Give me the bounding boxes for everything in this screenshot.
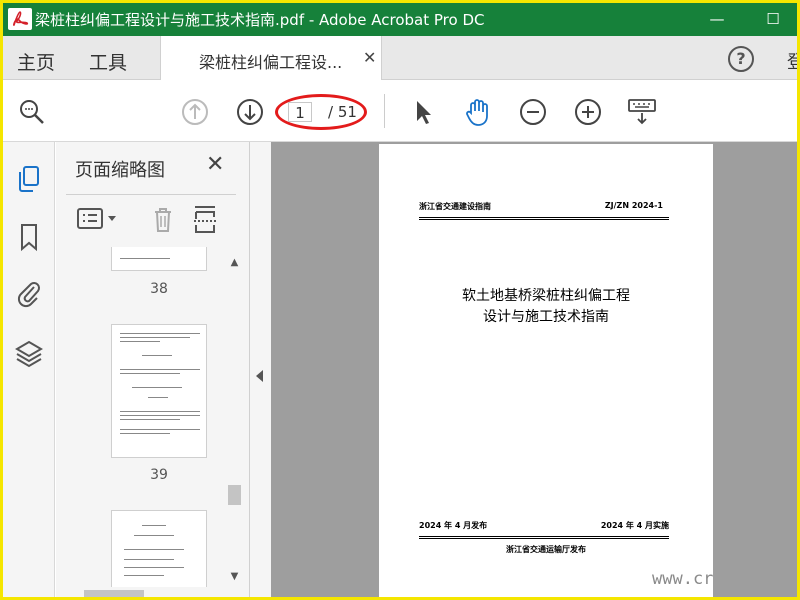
attachments-icon[interactable]: [15, 278, 43, 308]
page-number-input[interactable]: 1: [288, 102, 312, 122]
close-tab-icon[interactable]: ✕: [363, 48, 376, 67]
insert-pages-icon[interactable]: [192, 204, 218, 234]
zoom-out-icon[interactable]: [518, 97, 548, 127]
layers-icon[interactable]: [15, 338, 43, 368]
horizontal-scrollbar-thumb[interactable]: [84, 590, 144, 597]
keyboard-icon[interactable]: [627, 97, 657, 127]
issue-date: 2024 年 4 月发布: [419, 521, 488, 530]
delete-icon[interactable]: [151, 204, 175, 234]
tab-home[interactable]: 主页: [17, 48, 55, 75]
panel-collapse-strip[interactable]: [250, 142, 271, 597]
tab-tools[interactable]: 工具: [89, 48, 127, 75]
horizontal-scrollbar[interactable]: [64, 590, 229, 597]
help-icon[interactable]: ?: [728, 46, 754, 72]
minimize-button[interactable]: —: [703, 8, 731, 30]
thumbnail-scrollbar[interactable]: ▲ ▼: [226, 257, 243, 587]
zoom-in-icon[interactable]: [573, 97, 603, 127]
close-panel-icon[interactable]: ✕: [206, 152, 224, 177]
prev-page-icon[interactable]: [180, 97, 210, 127]
panel-divider: [66, 194, 236, 195]
header-rule-2: [419, 219, 669, 220]
collapse-panel-icon[interactable]: [256, 370, 263, 382]
doc-header-right: ZJ/ZN 2024-1: [604, 201, 663, 210]
scroll-down-icon[interactable]: ▼: [226, 571, 243, 585]
document-page: 浙江省交通建设指南 ZJ/ZN 2024-1 软土地基桥梁桩柱纠偏工程 设计与施…: [379, 144, 713, 597]
bookmarks-icon[interactable]: [15, 222, 43, 252]
thumbnails-panel: 页面缩略图 ✕ 38 39 ▲ ▼: [56, 142, 250, 597]
thumbnail-page[interactable]: [111, 324, 207, 458]
footer-rule-2: [419, 538, 669, 539]
watermark: www.cr: [652, 569, 714, 589]
window-title: 梁桩柱纠偏工程设计与施工技术指南.pdf - Adobe Acrobat Pro…: [35, 11, 485, 29]
navigation-rail: [3, 142, 55, 597]
toolbar-divider: [384, 94, 385, 128]
next-page-icon[interactable]: [235, 97, 265, 127]
publisher: 浙江省交通运输厅发布: [506, 545, 586, 554]
panel-title: 页面缩略图: [75, 160, 165, 181]
hand-tool-icon[interactable]: [463, 97, 493, 127]
header-rule: [419, 217, 669, 218]
thumbnail-list[interactable]: 38 39: [56, 247, 226, 587]
doc-title-line1: 软土地基桥梁桩柱纠偏工程: [462, 288, 630, 304]
toolbar: 1 / 51: [3, 80, 797, 142]
thumbnail-label: 38: [150, 281, 168, 297]
tab-document-label: 梁桩柱纠偏工程设...: [199, 53, 343, 72]
sign-in-button[interactable]: 登: [787, 48, 797, 74]
title-bar: 梁桩柱纠偏工程设计与施工技术指南.pdf - Adobe Acrobat Pro…: [3, 3, 797, 36]
app-window: 梁桩柱纠偏工程设计与施工技术指南.pdf - Adobe Acrobat Pro…: [3, 3, 797, 597]
select-arrow-icon[interactable]: [408, 97, 438, 127]
maximize-button[interactable]: ☐: [759, 8, 787, 30]
doc-title-line2: 设计与施工技术指南: [483, 309, 609, 325]
doc-header-left: 浙江省交通建设指南: [419, 202, 491, 211]
thumbnail-page[interactable]: [111, 247, 207, 271]
page-total: / 51: [328, 103, 357, 121]
scrollbar-thumb[interactable]: [228, 485, 241, 505]
footer-rule: [419, 536, 669, 537]
page-thumbnails-icon[interactable]: [15, 164, 43, 194]
scroll-up-icon[interactable]: ▲: [226, 257, 243, 271]
find-icon[interactable]: [17, 97, 47, 127]
thumbnail-options-icon[interactable]: [76, 204, 122, 234]
viewport-margin: [713, 142, 797, 597]
document-viewport[interactable]: 浙江省交通建设指南 ZJ/ZN 2024-1 软土地基桥梁桩柱纠偏工程 设计与施…: [271, 142, 797, 597]
tab-bar: 主页 工具 梁桩柱纠偏工程设... ✕ ? 登: [3, 36, 797, 80]
tab-document[interactable]: 梁桩柱纠偏工程设... ✕: [160, 36, 382, 80]
thumbnail-page[interactable]: [111, 510, 207, 587]
thumbnail-label: 39: [150, 467, 168, 483]
acrobat-logo-icon: [8, 8, 32, 30]
effective-date: 2024 年 4 月实施: [600, 521, 669, 530]
